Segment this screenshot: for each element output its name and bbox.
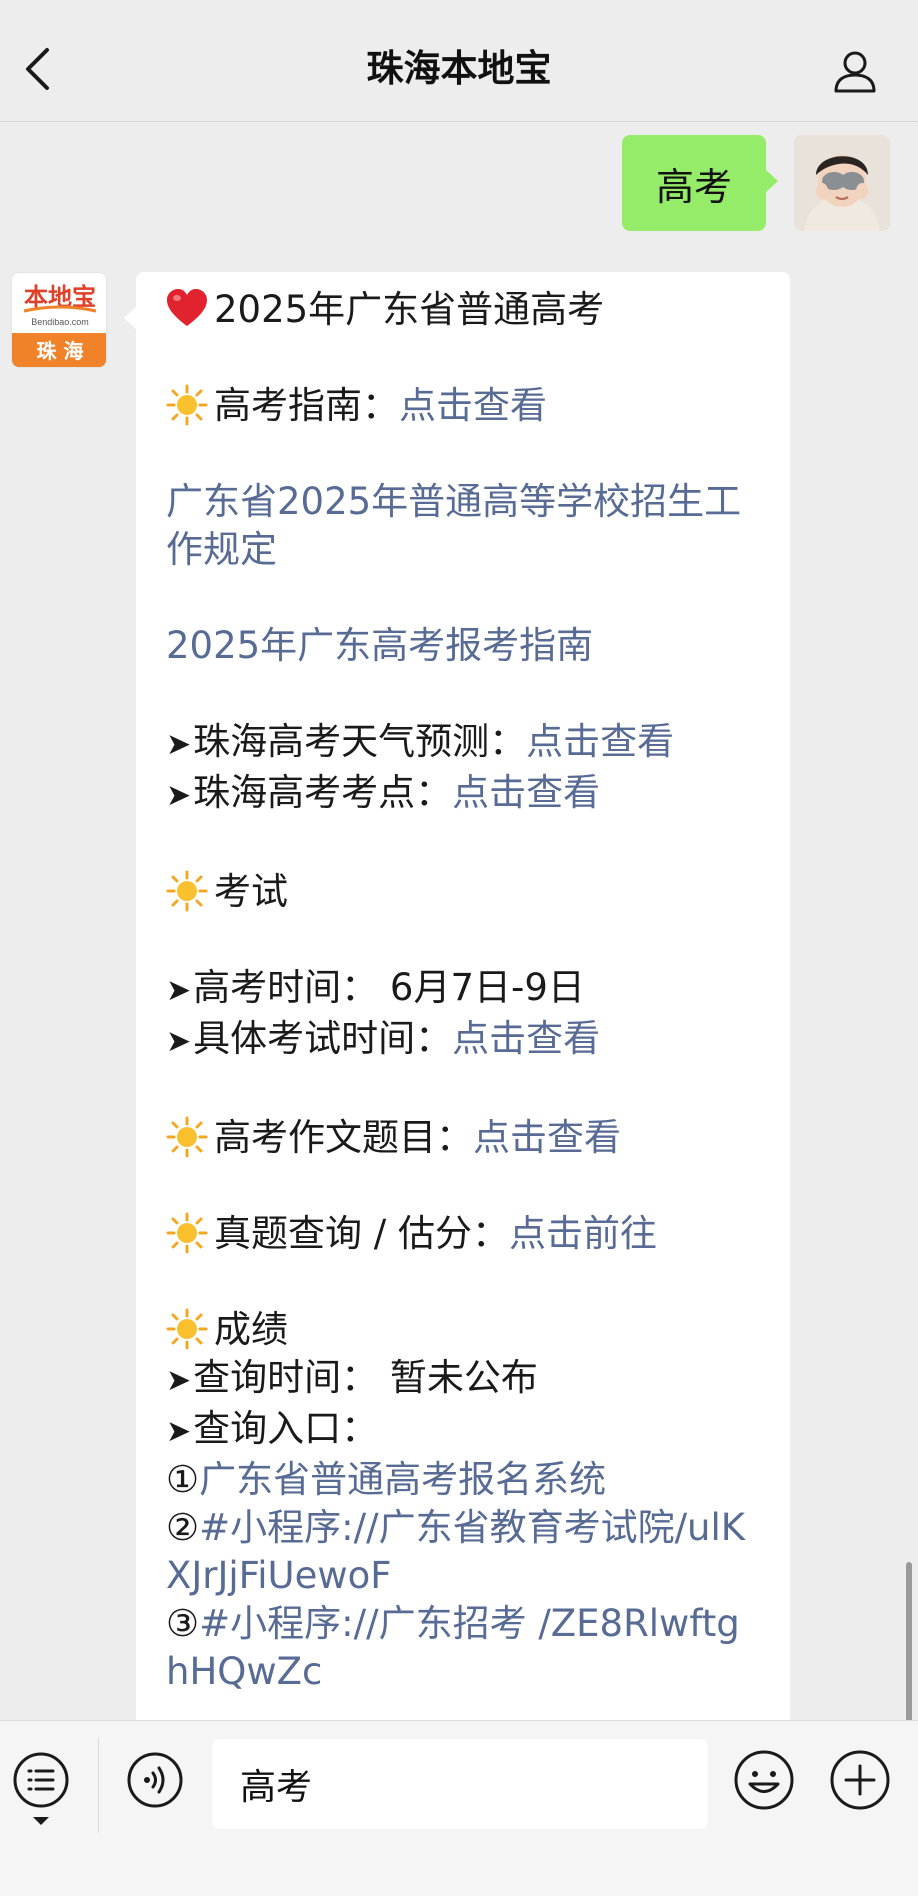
entry2-number: ② — [166, 1506, 200, 1549]
entry3-number: ③ — [166, 1602, 200, 1645]
exam-heading-line: 考试 — [166, 868, 760, 916]
message-input[interactable] — [212, 1739, 708, 1829]
weather-link[interactable]: 点击查看 — [526, 720, 674, 763]
score-entry-label: 查询入口： — [193, 1407, 379, 1450]
sent-message-text: 高考 — [655, 164, 732, 209]
exam-time-text: 高考时间： 6月7日-9日 — [193, 966, 585, 1009]
guide-label: 高考指南： — [214, 384, 399, 427]
entry2-link[interactable]: #小程序://广东省教育考试院/ulKXJrJjFiUewoF — [166, 1506, 745, 1597]
svg-text:珠 海: 珠 海 — [37, 339, 84, 363]
site-line: ➤珠海高考考点：点击查看 — [166, 769, 760, 820]
rules-link[interactable]: 广东省2025年普通高等学校招生工作规定 — [166, 478, 760, 574]
sun-icon — [166, 1116, 208, 1158]
essay-link[interactable]: 点击查看 — [473, 1116, 621, 1159]
arrow-icon: ➤ — [166, 1363, 192, 1398]
detail-time-label: 具体考试时间： — [193, 1017, 453, 1060]
received-message-bubble[interactable]: 2025年广东省普通高考 高考指南：点击查看 广东省2025年普通高等学校招生工… — [124, 272, 790, 1720]
score-heading-line: 成绩 — [166, 1306, 760, 1354]
entry1-line: ①广东省普通高考报名系统 — [166, 1456, 760, 1504]
sun-icon — [166, 870, 208, 912]
entry3-link[interactable]: #小程序://广东招考 /ZE8RlwftghHQwZc — [166, 1602, 740, 1693]
site-label: 珠海高考考点： — [193, 771, 453, 814]
user-avatar[interactable] — [794, 135, 890, 231]
detail-time-link[interactable]: 点击查看 — [452, 1017, 600, 1060]
sun-icon — [166, 384, 208, 426]
arrow-icon: ➤ — [166, 973, 192, 1008]
bendibao-logo: 本地宝 Bendibao.com 珠 海 — [12, 273, 106, 367]
exam-heading: 考试 — [214, 870, 288, 913]
person-icon[interactable] — [828, 44, 882, 98]
chat-title: 珠海本地宝 — [366, 47, 552, 90]
sun-icon — [166, 1212, 208, 1254]
score-entry-line: ➤查询入口： — [166, 1405, 760, 1456]
query-link[interactable]: 点击前往 — [509, 1212, 657, 1255]
score-time-line: ➤查询时间： 暂未公布 — [166, 1354, 760, 1405]
entry1-link[interactable]: 广东省普通高考报名系统 — [199, 1458, 606, 1501]
emoji-face-icon[interactable] — [733, 1749, 795, 1811]
weather-line: ➤珠海高考天气预测：点击查看 — [166, 718, 760, 769]
detail-time-line: ➤具体考试时间：点击查看 — [166, 1015, 760, 1066]
score-time-text: 查询时间： 暂未公布 — [193, 1356, 538, 1399]
heart-icon — [167, 289, 207, 326]
sun-icon — [166, 1308, 208, 1350]
entry2-line: ②#小程序://广东省教育考试院/ulKXJrJjFiUewoF — [166, 1504, 760, 1600]
arrow-icon: ➤ — [166, 1414, 192, 1449]
entry1-number: ① — [166, 1458, 200, 1501]
query-line: 真题查询 / 估分：点击前往 — [166, 1210, 760, 1258]
menu-caret-icon — [33, 1817, 49, 1825]
entry3-line: ③#小程序://广东招考 /ZE8RlwftghHQwZc — [166, 1600, 760, 1696]
message-content: 2025年广东省普通高考 高考指南：点击查看 广东省2025年普通高等学校招生工… — [166, 286, 760, 1696]
chat-messages[interactable]: 高考 本地宝 Bendibao.com 珠 海 2025年广东省普通高考 高考指… — [0, 122, 918, 1720]
chat-input-bar — [0, 1720, 918, 1896]
voice-icon[interactable] — [124, 1749, 186, 1811]
exam-time-line: ➤高考时间： 6月7日-9日 — [166, 964, 760, 1015]
message-title: 2025年广东省普通高考 — [214, 288, 605, 331]
essay-label: 高考作文题目： — [214, 1116, 473, 1159]
arrow-icon: ➤ — [166, 778, 192, 813]
sent-message-bubble[interactable]: 高考 — [621, 135, 779, 231]
weather-label: 珠海高考天气预测： — [193, 720, 527, 763]
guide-line: 高考指南：点击查看 — [166, 382, 760, 430]
apply-guide-link[interactable]: 2025年广东高考报考指南 — [166, 622, 760, 670]
query-label: 真题查询 / 估分： — [214, 1212, 509, 1255]
menu-list-icon[interactable] — [10, 1749, 72, 1811]
arrow-icon: ➤ — [166, 1024, 192, 1059]
chat-scrollbar[interactable] — [906, 1562, 912, 1720]
divider — [98, 1737, 99, 1833]
score-heading: 成绩 — [214, 1308, 288, 1351]
bendibao-logo-avatar[interactable]: 本地宝 Bendibao.com 珠 海 — [11, 272, 107, 368]
plus-circle-icon[interactable] — [829, 1749, 891, 1811]
essay-line: 高考作文题目：点击查看 — [166, 1114, 760, 1162]
sent-message-row: 高考 — [621, 135, 890, 231]
arrow-icon: ➤ — [166, 727, 192, 762]
svg-text:Bendibao.com: Bendibao.com — [31, 317, 89, 327]
message-title-line: 2025年广东省普通高考 — [166, 286, 760, 334]
site-link[interactable]: 点击查看 — [452, 771, 600, 814]
top-nav-bar: 珠海本地宝 — [0, 0, 918, 122]
guide-link[interactable]: 点击查看 — [399, 384, 547, 427]
